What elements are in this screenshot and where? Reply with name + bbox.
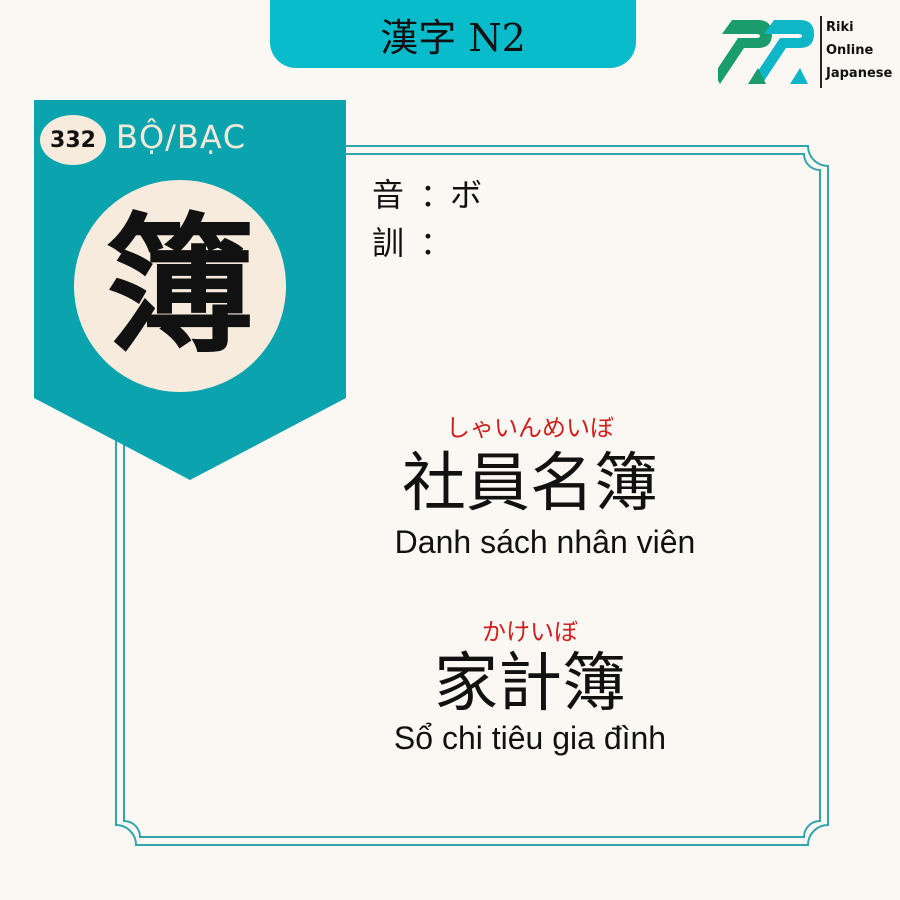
example-1-meaning: Danh sách nhân viên (394, 524, 696, 560)
example-1-word: 社員名簿 (402, 447, 658, 521)
kanji-number-badge: 332 (40, 115, 106, 165)
example-2-meaning: Sổ chi tiêu gia đình (393, 720, 667, 756)
radical-name: BỘ/BẠC (116, 118, 247, 156)
logo-line-3: Japanese (826, 66, 893, 81)
on-separator: ： (420, 176, 453, 214)
logo-text: Riki Online Japanese (826, 16, 892, 85)
example-1-reading: しゃいんめいぼ (446, 414, 614, 442)
header-title: 漢字 N2 (380, 15, 526, 60)
example-2-reading: かけいぼ (482, 618, 578, 646)
logo-line-1: Riki (826, 20, 854, 35)
riki-logo-icon (718, 20, 814, 84)
riki-logo: Riki Online Japanese (718, 12, 894, 92)
kun-label: 訓 (372, 224, 405, 262)
kanji-number: 332 (50, 127, 96, 153)
logo-divider (820, 16, 822, 88)
main-kanji: 簿 (104, 198, 255, 374)
on-reading-row: 音 ： ボ (372, 170, 482, 216)
logo-line-2: Online (826, 43, 874, 58)
example-2-word: 家計簿 (434, 647, 626, 721)
kanji-circle: 簿 (74, 180, 286, 392)
kun-separator: ： (420, 224, 453, 262)
on-label: 音 (372, 176, 405, 214)
on-reading: ボ (450, 176, 483, 214)
header-title-tab: 漢字 N2 (270, 0, 636, 68)
kun-reading-row: 訓 ： (372, 218, 453, 264)
